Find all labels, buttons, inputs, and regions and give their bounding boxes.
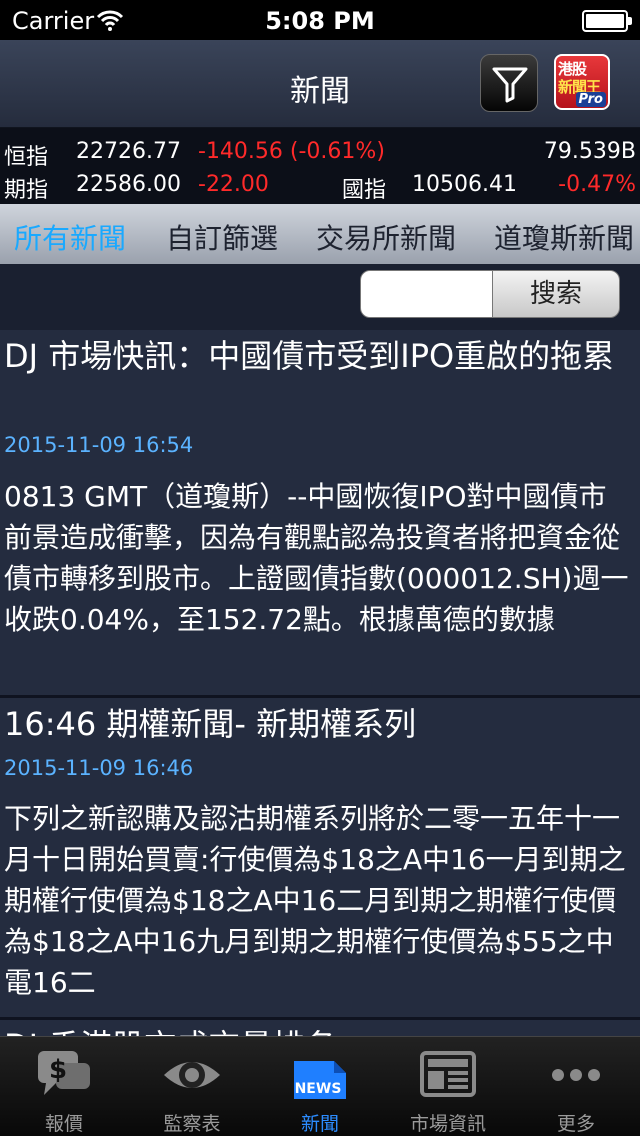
tab-quote[interactable]: $ 報價 (0, 1037, 128, 1136)
tab-label: 新聞 (300, 1113, 339, 1135)
hscei-change: -0.47% (558, 172, 636, 197)
hsi-label: 恒指 (4, 145, 49, 170)
svg-text:NEWS: NEWS (295, 1081, 342, 1097)
status-time: 5:08 PM (265, 7, 375, 35)
search-bar: 搜索 (0, 264, 640, 330)
more-icon (552, 1069, 600, 1081)
tab-market-info[interactable]: 市場資訊 (384, 1037, 512, 1136)
quote-bubble-icon: $ (38, 1051, 90, 1095)
news-body: 0813 GMT（道瓊斯）--中國恢復IPO對中國債市前景造成衝擊，因為有觀點認… (4, 480, 629, 636)
funnel-icon (492, 67, 528, 103)
tab-label: 報價 (44, 1113, 83, 1135)
tab-news[interactable]: NEWS 新聞 (256, 1037, 384, 1136)
futures-value: 22586.00 (76, 172, 181, 197)
hscei-label: 國指 (342, 178, 387, 203)
futures-label: 期指 (4, 178, 49, 203)
tab-bar: $ 報價 監察表 NEWS 新聞 市場資訊 更多 (0, 1036, 640, 1136)
hsi-change: -140.56 (-0.61%) (198, 139, 385, 164)
svg-text:$: $ (49, 1055, 67, 1085)
list-item[interactable]: 16:46 期權新聞- 新期權系列 2015-11-09 16:46 下列之新認… (0, 698, 640, 1020)
market-ticker: 恒指 22726.77 -140.56 (-0.61%) 79.539B 期指 … (0, 128, 640, 204)
app-logo[interactable]: 港股 新聞王 Pro (554, 54, 610, 110)
newspaper-icon (420, 1051, 476, 1097)
news-title: DJ 香港股市成交量排名 (4, 1024, 634, 1036)
tab-label: 市場資訊 (409, 1113, 486, 1135)
news-date: 2015-11-09 16:46 (4, 756, 194, 780)
hsi-value: 22726.77 (76, 139, 181, 164)
tab-custom-filter[interactable]: 自訂篩選 (166, 217, 278, 257)
news-title: 16:46 期權新聞- 新期權系列 (4, 705, 417, 743)
news-list[interactable]: DJ 市場快訊：中國債市受到IPO重啟的拖累 2015-11-09 16:54 … (0, 330, 640, 1036)
hscei-value: 10506.41 (412, 172, 517, 197)
search-button[interactable]: 搜索 (492, 270, 620, 318)
tab-all-news[interactable]: 所有新聞 (14, 217, 126, 257)
battery-icon (582, 10, 632, 32)
page-title: 新聞 (290, 74, 350, 109)
list-item[interactable]: DJ 市場快訊：中國債市受到IPO重啟的拖累 2015-11-09 16:54 … (0, 330, 640, 698)
news-icon: NEWS (294, 1061, 346, 1099)
tab-dow-jones-news[interactable]: 道瓊斯新聞 (494, 217, 634, 257)
news-body: 下列之新認購及認沽期權系列將於二零一五年十一月十日開始買賣:行使價為$18之A中… (4, 802, 626, 999)
tab-watchlist[interactable]: 監察表 (128, 1037, 256, 1136)
news-category-tabs: 所有新聞 自訂篩選 交易所新聞 道瓊斯新聞 (0, 204, 640, 264)
filter-button[interactable] (480, 54, 538, 112)
futures-change: -22.00 (198, 172, 269, 197)
nav-bar: 新聞 港股 新聞王 Pro (0, 40, 640, 128)
turnover-value: 79.539B (543, 139, 636, 164)
search-input[interactable] (360, 270, 494, 318)
tab-more[interactable]: 更多 (512, 1037, 640, 1136)
list-item[interactable]: DJ 香港股市成交量排名 (0, 1020, 640, 1036)
tab-label: 更多 (556, 1113, 595, 1135)
news-date: 2015-11-09 16:54 (4, 433, 194, 457)
tab-exchange-news[interactable]: 交易所新聞 (316, 217, 456, 257)
status-bar: Carrier 5:08 PM (0, 0, 640, 40)
tab-label: 監察表 (163, 1113, 221, 1135)
eye-icon (164, 1062, 220, 1088)
news-title: DJ 市場快訊：中國債市受到IPO重啟的拖累 (4, 337, 615, 375)
